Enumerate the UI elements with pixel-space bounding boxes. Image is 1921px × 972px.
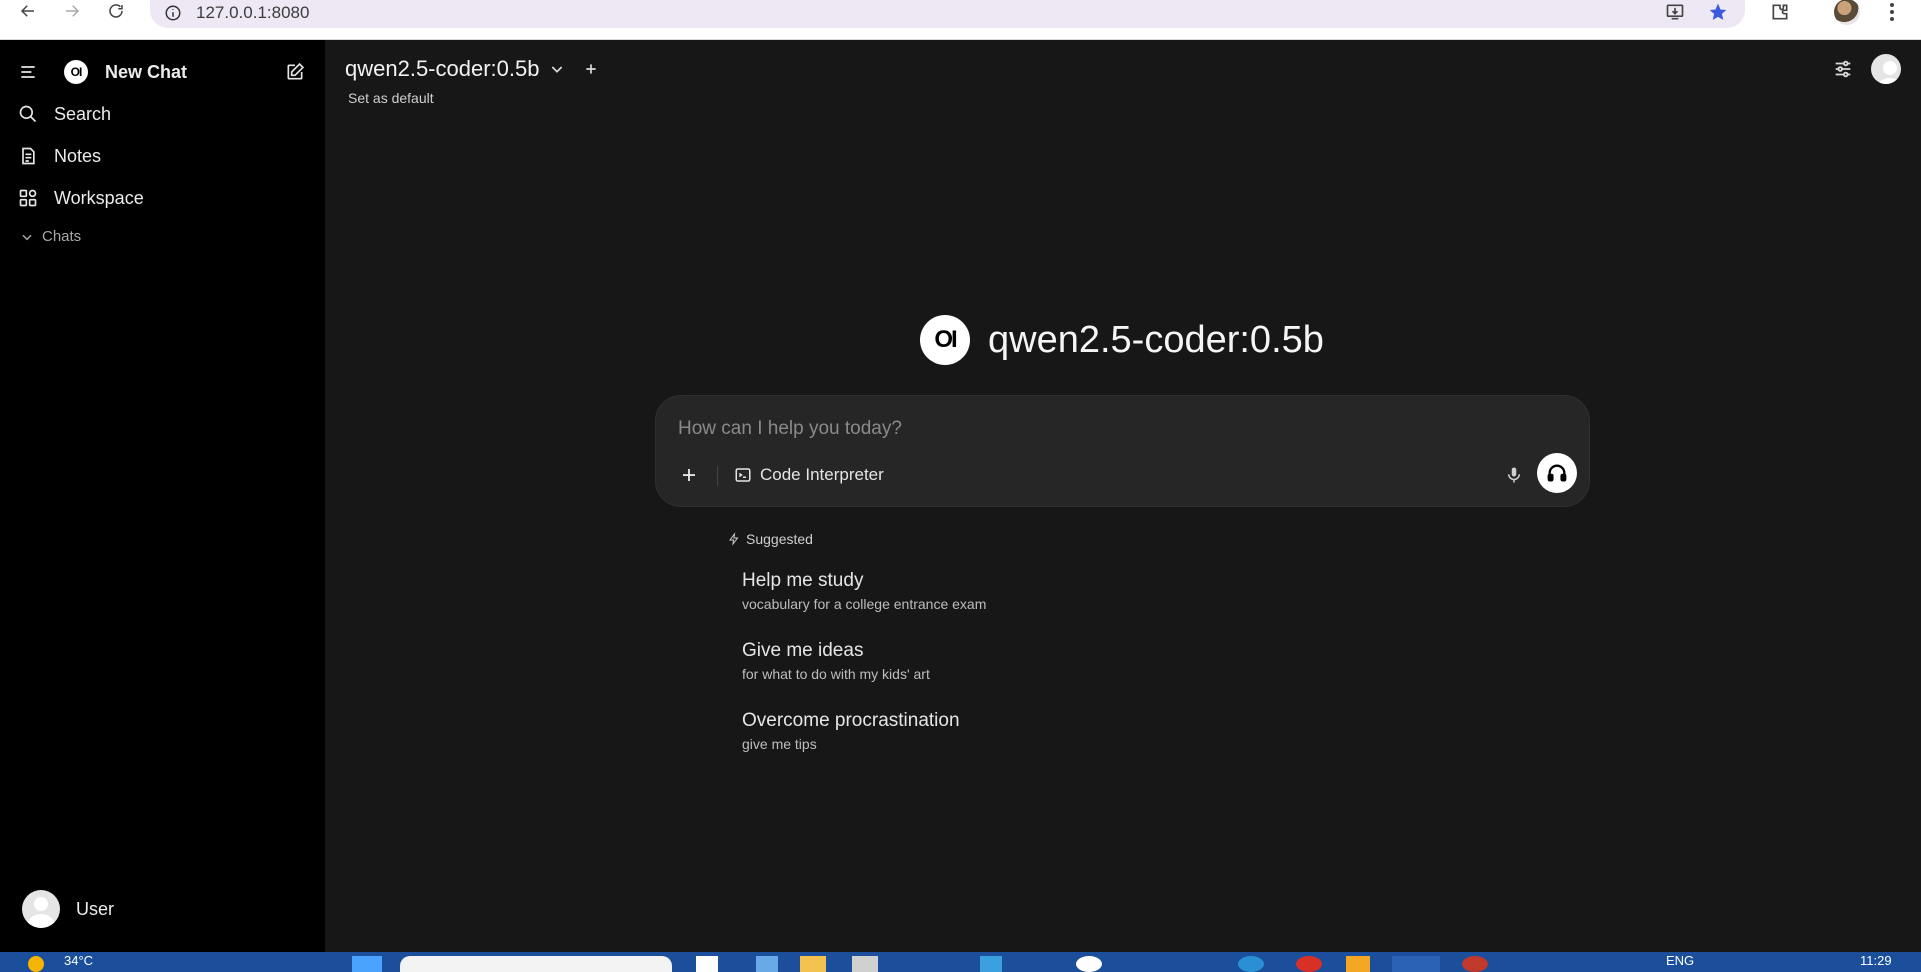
suggestion-item[interactable]: Help me study vocabulary for a college e… xyxy=(742,570,986,612)
prompt-box: Code Interpreter xyxy=(655,395,1590,507)
workspace-icon xyxy=(16,186,40,210)
suggestion-item[interactable]: Give me ideas for what to do with my kid… xyxy=(742,640,930,682)
user-menu-button[interactable]: User xyxy=(22,890,114,928)
hero-model-title: qwen2.5-coder:0.5b xyxy=(988,318,1324,361)
taskbar-app-icon[interactable] xyxy=(756,956,778,972)
address-bar[interactable]: 127.0.0.1:8080 xyxy=(150,0,1745,28)
url-text: 127.0.0.1:8080 xyxy=(196,3,310,22)
taskbar-app-icon[interactable] xyxy=(852,956,878,972)
model-selector[interactable]: qwen2.5-coder:0.5b xyxy=(345,56,599,82)
extensions-icon[interactable] xyxy=(1765,0,1795,24)
browser-menu-icon[interactable] xyxy=(1880,0,1904,24)
suggested-heading: Suggested xyxy=(728,531,813,547)
controls-icon[interactable] xyxy=(1828,54,1858,84)
notes-icon xyxy=(16,144,40,168)
chats-section-label: Chats xyxy=(42,228,82,245)
open-webui-logo-icon: OI xyxy=(64,60,88,84)
user-avatar-icon[interactable] xyxy=(1871,54,1901,84)
suggestion-title: Help me study xyxy=(742,570,864,591)
divider xyxy=(717,466,718,486)
suggestion-title: Give me ideas xyxy=(742,640,864,661)
forward-icon[interactable] xyxy=(56,0,88,22)
model-name: qwen2.5-coder:0.5b xyxy=(345,56,540,81)
taskbar-app-icon[interactable] xyxy=(1462,956,1488,972)
suggested-label: Suggested xyxy=(746,531,813,547)
sidebar: OI New Chat Search Notes Workspace Chats… xyxy=(0,40,325,952)
open-webui-logo-icon: OI xyxy=(920,315,970,365)
prompt-input[interactable] xyxy=(678,414,1558,444)
sidebar-item-notes[interactable]: Notes xyxy=(16,144,101,168)
search-icon xyxy=(16,102,40,126)
taskbar-search-box[interactable] xyxy=(400,956,672,972)
suggestion-subtitle: vocabulary for a college entrance exam xyxy=(742,596,987,612)
suggestion-title: Overcome procrastination xyxy=(742,710,960,731)
install-app-icon[interactable] xyxy=(1660,0,1690,24)
language-indicator[interactable]: ENG xyxy=(1666,953,1694,968)
taskbar-app-icon[interactable] xyxy=(980,956,1002,972)
chevron-down-icon xyxy=(22,234,32,240)
taskbar-app-icon[interactable] xyxy=(696,956,718,972)
chevron-down-icon xyxy=(552,66,563,73)
browser-toolbar: 127.0.0.1:8080 xyxy=(0,0,1921,40)
windows-start-icon[interactable] xyxy=(352,956,382,972)
add-model-icon[interactable] xyxy=(583,61,599,77)
site-info-icon[interactable] xyxy=(164,4,182,22)
taskbar-app-icon[interactable] xyxy=(1346,956,1370,972)
hero: OI qwen2.5-coder:0.5b xyxy=(920,315,1324,365)
new-chat-label: New Chat xyxy=(105,61,188,82)
suggestion-item[interactable]: Overcome procrastination give me tips xyxy=(742,710,960,752)
avatar xyxy=(22,890,60,928)
terminal-icon xyxy=(735,468,751,482)
code-interpreter-button[interactable]: Code Interpreter xyxy=(734,460,884,490)
folder-icon[interactable] xyxy=(800,956,826,972)
reload-icon[interactable] xyxy=(100,0,132,22)
attach-plus-icon[interactable] xyxy=(674,460,704,490)
sidebar-item-search[interactable]: Search xyxy=(16,102,111,126)
edge-icon[interactable] xyxy=(1238,956,1264,972)
bookmark-star-icon[interactable] xyxy=(1703,0,1733,24)
suggestion-subtitle: for what to do with my kids' art xyxy=(742,666,930,682)
sidebar-item-label: Notes xyxy=(54,145,102,166)
sidebar-item-workspace[interactable]: Workspace xyxy=(16,186,144,210)
profile-avatar-icon[interactable] xyxy=(1832,0,1862,25)
taskbar-active-app[interactable] xyxy=(1392,956,1440,972)
voice-mode-headphones-icon[interactable] xyxy=(1537,453,1577,493)
set-default-button[interactable]: Set as default xyxy=(348,90,434,106)
taskbar-app-icon[interactable] xyxy=(1076,956,1102,972)
os-taskbar: 34°C ENG 11:29 xyxy=(0,952,1921,972)
suggestion-subtitle: give me tips xyxy=(742,736,817,752)
chats-section-toggle[interactable]: Chats xyxy=(20,228,81,245)
clock-time[interactable]: 11:29 xyxy=(1860,953,1892,968)
main-content: qwen2.5-coder:0.5b Set as default OI qwe… xyxy=(325,40,1921,952)
weather-temp: 34°C xyxy=(64,953,94,968)
code-interpreter-label: Code Interpreter xyxy=(760,465,884,484)
compose-icon[interactable] xyxy=(283,60,307,84)
sidebar-item-label: Workspace xyxy=(54,187,144,208)
back-icon[interactable] xyxy=(12,0,44,22)
sidebar-item-label: Search xyxy=(54,103,112,124)
user-name: User xyxy=(76,898,115,919)
sidebar-toggle-icon[interactable] xyxy=(16,60,40,84)
new-chat-button[interactable]: OI New Chat xyxy=(64,60,187,84)
bolt-icon xyxy=(729,532,739,546)
weather-icon xyxy=(28,956,44,972)
chrome-icon[interactable] xyxy=(1296,956,1322,972)
microphone-icon[interactable] xyxy=(1499,460,1529,490)
